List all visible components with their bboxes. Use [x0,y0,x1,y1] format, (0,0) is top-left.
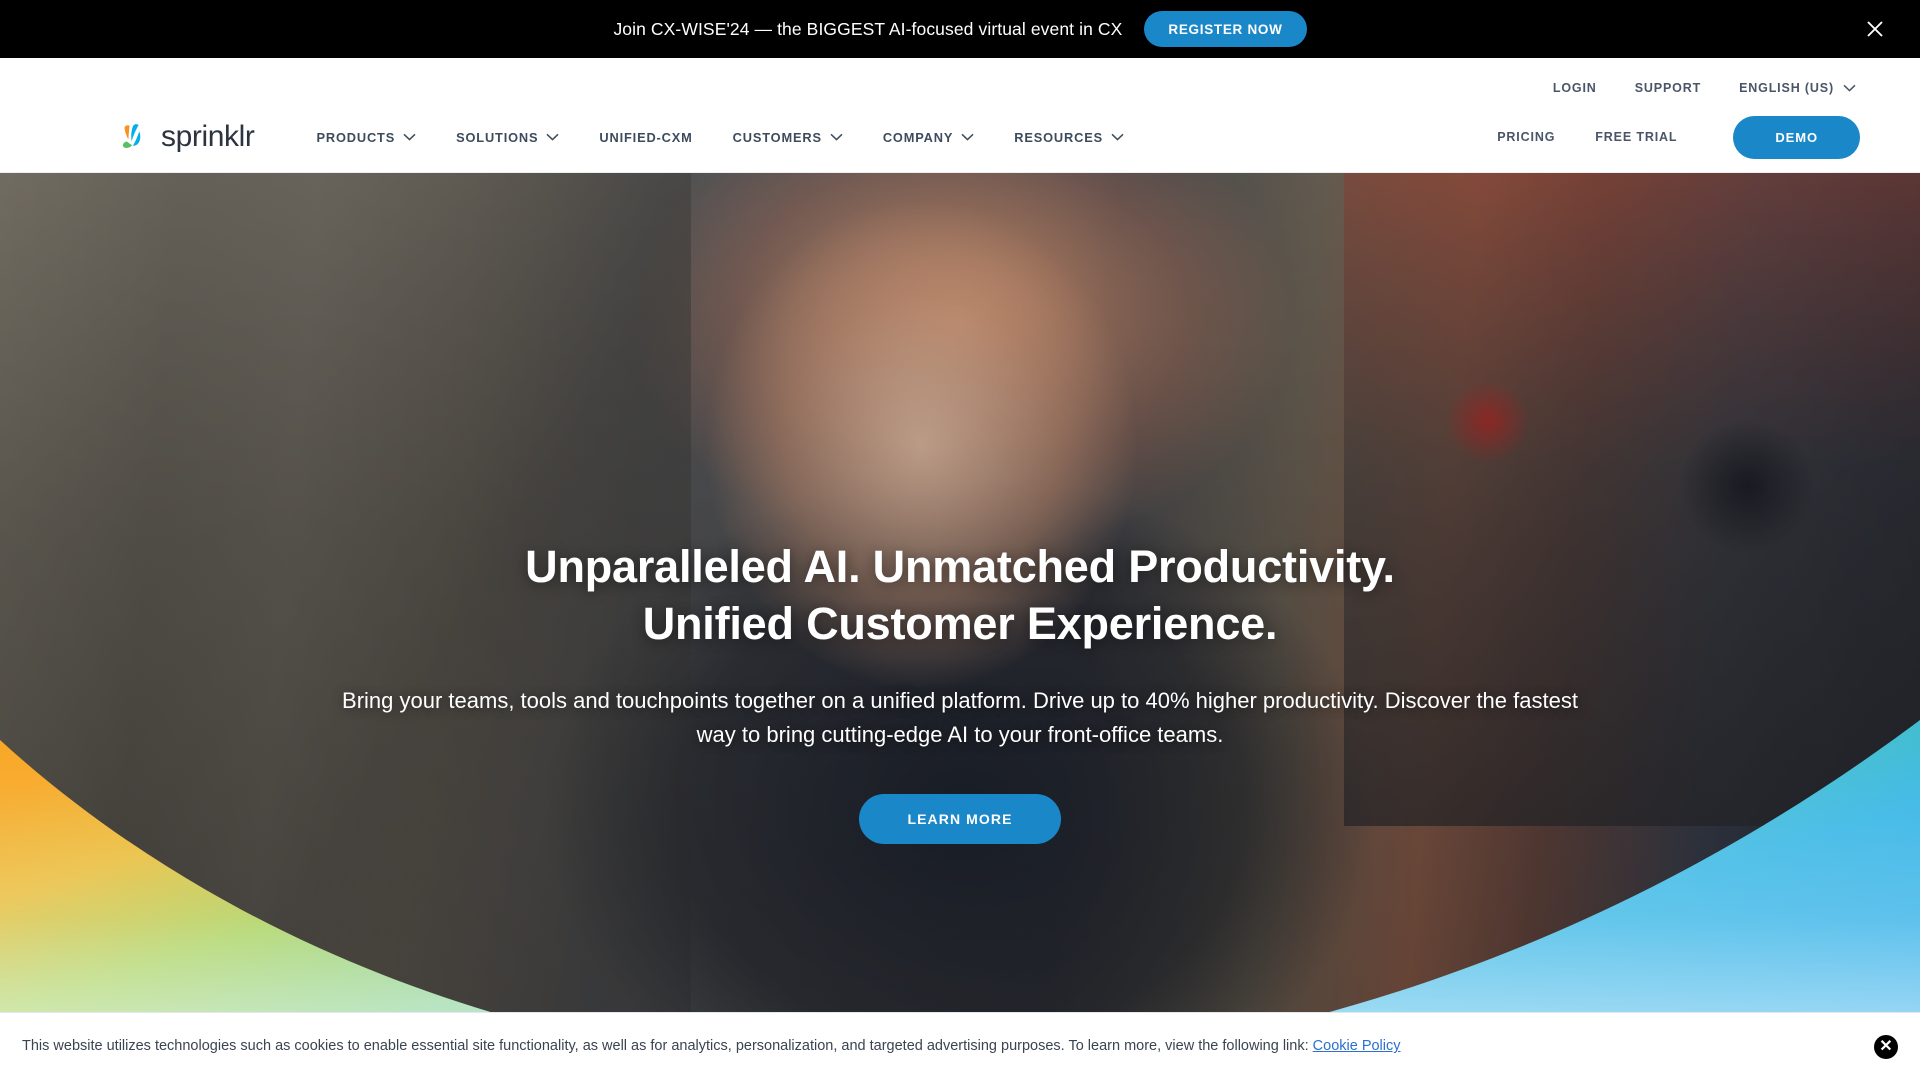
language-label: ENGLISH (US) [1739,81,1834,95]
announcement-close-icon[interactable] [1862,16,1888,42]
nav-item-unified-cxm[interactable]: UNIFIED-CXM [599,130,692,145]
nav-label: RESOURCES [1014,129,1103,145]
header-actions: PRICING FREE TRIAL DEMO [1497,115,1860,159]
utility-link-login[interactable]: LOGIN [1553,81,1597,95]
nav-label: CUSTOMERS [732,129,822,145]
header-link-free-trial[interactable]: FREE TRIAL [1595,130,1677,144]
sprinklr-logo[interactable]: sprinklr [118,120,255,154]
demo-button[interactable]: DEMO [1733,115,1860,159]
logo-wordmark: sprinklr [161,120,255,153]
hero-title: Unparalleled AI. Unmatched Productivity.… [0,538,1920,652]
header-link-pricing[interactable]: PRICING [1497,130,1555,144]
nav-label: UNIFIED-CXM [599,129,693,145]
hero-section: Unparalleled AI. Unmatched Productivity.… [0,173,1920,1080]
announcement-text: Join CX-WISE'24 — the BIGGEST AI-focused… [613,18,1123,39]
site-header: LOGIN SUPPORT ENGLISH (US) sprinklr PROD… [0,58,1920,173]
hero-title-line-2: Unified Customer Experience. [642,598,1278,650]
utility-nav: LOGIN SUPPORT ENGLISH (US) [0,58,1920,104]
cookie-message: This website utilizes technologies such … [22,1038,1309,1055]
language-selector[interactable]: ENGLISH (US) [1739,81,1856,95]
utility-link-support[interactable]: SUPPORT [1635,81,1701,95]
chevron-down-icon [403,133,416,141]
hero-subtitle: Bring your teams, tools and touchpoints … [342,688,1578,748]
chevron-down-icon [1111,133,1124,141]
cookie-text-wrapper: This website utilizes technologies such … [0,1037,1401,1056]
nav-item-solutions[interactable]: SOLUTIONS [456,130,559,145]
nav-label: SOLUTIONS [456,129,539,145]
nav-label: PRODUCTS [316,129,396,145]
chevron-down-icon [830,133,843,141]
cookie-close-icon[interactable]: ✕ [1874,1034,1898,1059]
chevron-down-icon [546,133,559,141]
nav-item-customers[interactable]: CUSTOMERS [733,130,843,145]
nav-label: COMPANY [882,129,954,145]
hero-content: Unparalleled AI. Unmatched Productivity.… [0,173,1920,845]
main-nav: PRODUCTS SOLUTIONS UNIFIED-CXM CUSTOMERS… [316,130,1124,145]
cookie-policy-link[interactable]: Cookie Policy [1313,1038,1401,1054]
nav-item-products[interactable]: PRODUCTS [316,130,416,145]
nav-item-company[interactable]: COMPANY [883,130,974,145]
chevron-down-icon [1843,84,1856,92]
announcement-bar: Join CX-WISE'24 — the BIGGEST AI-focused… [0,0,1920,58]
hero-title-line-1: Unparalleled AI. Unmatched Productivity. [525,541,1395,592]
register-now-button[interactable]: REGISTER NOW [1144,11,1307,47]
primary-nav-row: sprinklr PRODUCTS SOLUTIONS UNIFIED-CXM … [0,104,1920,170]
nav-item-resources[interactable]: RESOURCES [1014,130,1124,145]
cookie-banner: This website utilizes technologies such … [0,1012,1920,1080]
sprinklr-logo-icon [122,124,141,148]
learn-more-button[interactable]: LEARN MORE [859,794,1061,845]
chevron-down-icon [961,133,974,141]
